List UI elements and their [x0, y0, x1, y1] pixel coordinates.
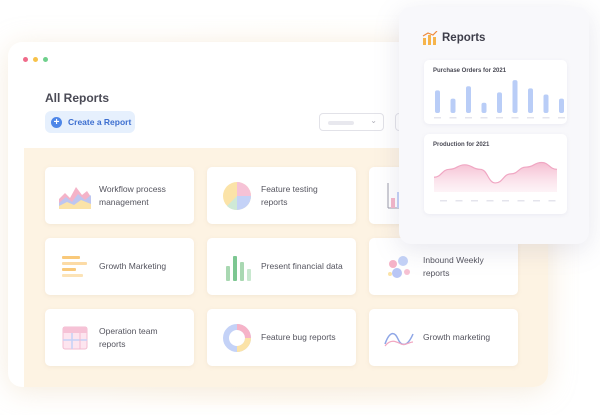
reports-panel: Reports Purchase Orders for 2021 Product… [399, 7, 589, 244]
table-icon [57, 320, 93, 356]
report-card-label: Inbound Weekly reports [423, 254, 484, 278]
bar-8 [559, 98, 564, 113]
panel-title: Reports [442, 32, 486, 44]
tick-6 [533, 200, 540, 202]
donut-chart-icon [219, 320, 255, 356]
horizontal-bars-icon [57, 249, 93, 285]
tick-2 [471, 200, 478, 202]
close-dot[interactable] [23, 57, 28, 62]
report-card-label: Present financial data [261, 261, 343, 271]
tick-6 [527, 117, 534, 119]
report-card-label: Feature testing reports [261, 183, 318, 207]
report-card-label: Growth marketing [423, 332, 491, 342]
tick-3 [480, 117, 488, 119]
pie-chart-icon [219, 178, 255, 214]
tick-1 [455, 200, 463, 202]
report-card-feature-testing[interactable]: Feature testing reports [207, 167, 356, 224]
report-card-financial-data[interactable]: Present financial data [207, 238, 356, 295]
reports-icon [422, 30, 438, 50]
report-card-growth-marketing-2[interactable]: Growth marketing [369, 309, 518, 366]
line-chart-icon [381, 320, 417, 356]
minimize-dot[interactable] [33, 57, 38, 62]
purchase-orders-chart: Purchase Orders for 2021 [424, 60, 567, 124]
report-card-growth-marketing[interactable]: Growth Marketing [45, 238, 194, 295]
create-report-button[interactable]: + Create a Report [45, 111, 135, 133]
bar-3 [481, 102, 487, 113]
tick-8 [558, 117, 565, 119]
report-card-feature-bug[interactable]: Feature bug reports [207, 309, 356, 366]
report-card-inbound-weekly[interactable]: Inbound Weekly reports [369, 238, 518, 295]
tick-5 [511, 117, 519, 119]
page-title: All Reports [45, 91, 110, 105]
maximize-dot[interactable] [43, 57, 48, 62]
report-card-label: Operation team reports [99, 325, 158, 349]
production-area [434, 162, 557, 192]
tick-1 [449, 117, 457, 119]
bar-2 [466, 86, 471, 113]
bar-1 [450, 98, 456, 113]
chevron-down-icon: ⌄ [370, 116, 377, 125]
report-card-label: Workflow process management [99, 183, 166, 207]
purchase-orders-svg [434, 80, 565, 119]
dropdown-placeholder [328, 121, 354, 125]
report-card-label: Feature bug reports [261, 332, 336, 342]
filter-dropdown[interactable]: ⌄ [319, 113, 384, 131]
column-chart-icon [219, 249, 255, 285]
report-card-operation-team[interactable]: Operation team reports [45, 309, 194, 366]
production-chart: Production for 2021 [424, 134, 567, 214]
tick-5 [517, 200, 525, 202]
tick-7 [542, 117, 550, 119]
tick-7 [548, 200, 556, 202]
report-card-workflow[interactable]: Workflow process management [45, 167, 194, 224]
area-chart-icon [57, 178, 93, 214]
tick-3 [486, 200, 494, 202]
tick-4 [502, 200, 509, 202]
production-svg [433, 161, 558, 202]
create-report-label: Create a Report [68, 117, 132, 127]
tick-0 [440, 200, 447, 202]
tick-0 [434, 117, 441, 119]
bar-4 [497, 92, 502, 113]
bar-7 [543, 94, 549, 113]
tick-2 [465, 117, 472, 119]
bar-5 [512, 80, 518, 113]
plus-icon: + [51, 116, 62, 128]
bubble-chart-icon [381, 249, 417, 285]
tick-4 [496, 117, 503, 119]
bar-0 [435, 90, 440, 113]
window-controls [23, 57, 48, 62]
bar-6 [528, 88, 533, 113]
report-card-label: Growth Marketing [99, 261, 167, 271]
